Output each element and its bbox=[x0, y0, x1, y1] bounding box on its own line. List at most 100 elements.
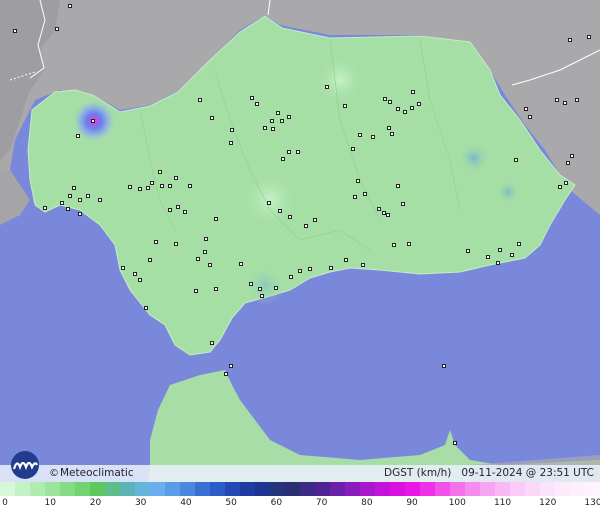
station-marker[interactable] bbox=[363, 192, 367, 196]
station-marker[interactable] bbox=[76, 134, 80, 138]
station-marker[interactable] bbox=[343, 104, 347, 108]
station-marker[interactable] bbox=[410, 106, 414, 110]
station-marker[interactable] bbox=[150, 181, 154, 185]
station-marker[interactable] bbox=[568, 38, 572, 42]
station-marker[interactable] bbox=[396, 184, 400, 188]
station-marker[interactable] bbox=[13, 29, 17, 33]
station-marker[interactable] bbox=[204, 237, 208, 241]
station-marker[interactable] bbox=[214, 287, 218, 291]
station-marker[interactable] bbox=[263, 126, 267, 130]
station-marker[interactable] bbox=[144, 306, 148, 310]
station-marker[interactable] bbox=[60, 201, 64, 205]
station-marker[interactable] bbox=[325, 85, 329, 89]
station-marker[interactable] bbox=[442, 364, 446, 368]
station-marker[interactable] bbox=[203, 250, 207, 254]
station-marker[interactable] bbox=[208, 263, 212, 267]
station-marker[interactable] bbox=[210, 116, 214, 120]
station-marker[interactable] bbox=[188, 184, 192, 188]
station-marker[interactable] bbox=[271, 127, 275, 131]
station-marker[interactable] bbox=[224, 372, 228, 376]
station-marker[interactable] bbox=[55, 27, 59, 31]
station-marker[interactable] bbox=[287, 150, 291, 154]
station-marker[interactable] bbox=[417, 102, 421, 106]
station-marker[interactable] bbox=[288, 215, 292, 219]
station-marker[interactable] bbox=[210, 341, 214, 345]
station-marker[interactable] bbox=[158, 170, 162, 174]
station-marker[interactable] bbox=[570, 154, 574, 158]
station-marker[interactable] bbox=[121, 266, 125, 270]
station-marker[interactable] bbox=[66, 207, 70, 211]
station-marker[interactable] bbox=[183, 210, 187, 214]
station-marker[interactable] bbox=[230, 128, 234, 132]
station-marker[interactable] bbox=[356, 179, 360, 183]
station-marker[interactable] bbox=[383, 97, 387, 101]
station-marker[interactable] bbox=[287, 115, 291, 119]
station-marker[interactable] bbox=[514, 158, 518, 162]
station-marker[interactable] bbox=[358, 133, 362, 137]
station-marker[interactable] bbox=[308, 267, 312, 271]
station-marker[interactable] bbox=[344, 258, 348, 262]
station-marker[interactable] bbox=[564, 181, 568, 185]
station-marker[interactable] bbox=[304, 224, 308, 228]
station-marker[interactable] bbox=[566, 161, 570, 165]
station-marker[interactable] bbox=[138, 187, 142, 191]
station-marker[interactable] bbox=[563, 101, 567, 105]
station-marker[interactable] bbox=[528, 115, 532, 119]
station-marker[interactable] bbox=[160, 184, 164, 188]
station-marker[interactable] bbox=[517, 242, 521, 246]
station-marker[interactable] bbox=[382, 211, 386, 215]
station-marker[interactable] bbox=[274, 286, 278, 290]
station-marker[interactable] bbox=[524, 107, 528, 111]
station-marker[interactable] bbox=[229, 364, 233, 368]
station-marker[interactable] bbox=[377, 207, 381, 211]
station-marker[interactable] bbox=[68, 194, 72, 198]
station-marker[interactable] bbox=[276, 111, 280, 115]
station-marker[interactable] bbox=[401, 202, 405, 206]
brand-name[interactable]: Meteoclimatic bbox=[60, 467, 134, 479]
station-marker[interactable] bbox=[498, 248, 502, 252]
station-marker[interactable] bbox=[558, 185, 562, 189]
station-marker[interactable] bbox=[249, 282, 253, 286]
station-marker[interactable] bbox=[353, 195, 357, 199]
station-marker[interactable] bbox=[255, 102, 259, 106]
station-marker[interactable] bbox=[239, 262, 243, 266]
station-marker[interactable] bbox=[403, 110, 407, 114]
station-marker[interactable] bbox=[229, 141, 233, 145]
station-marker[interactable] bbox=[214, 217, 218, 221]
station-marker[interactable] bbox=[91, 119, 95, 123]
station-marker[interactable] bbox=[587, 35, 591, 39]
station-marker[interactable] bbox=[453, 441, 457, 445]
station-marker[interactable] bbox=[68, 4, 72, 8]
station-marker[interactable] bbox=[329, 266, 333, 270]
station-marker[interactable] bbox=[154, 240, 158, 244]
station-marker[interactable] bbox=[486, 255, 490, 259]
station-marker[interactable] bbox=[128, 185, 132, 189]
station-marker[interactable] bbox=[98, 198, 102, 202]
station-marker[interactable] bbox=[258, 287, 262, 291]
station-marker[interactable] bbox=[270, 119, 274, 123]
station-marker[interactable] bbox=[361, 263, 365, 267]
station-marker[interactable] bbox=[72, 186, 76, 190]
station-marker[interactable] bbox=[555, 98, 559, 102]
station-marker[interactable] bbox=[281, 157, 285, 161]
station-marker[interactable] bbox=[148, 258, 152, 262]
station-marker[interactable] bbox=[78, 198, 82, 202]
station-marker[interactable] bbox=[146, 186, 150, 190]
station-marker[interactable] bbox=[196, 257, 200, 261]
station-marker[interactable] bbox=[43, 206, 47, 210]
station-marker[interactable] bbox=[388, 100, 392, 104]
station-marker[interactable] bbox=[133, 272, 137, 276]
station-marker[interactable] bbox=[86, 194, 90, 198]
station-marker[interactable] bbox=[138, 278, 142, 282]
station-marker[interactable] bbox=[174, 176, 178, 180]
station-marker[interactable] bbox=[174, 242, 178, 246]
station-marker[interactable] bbox=[250, 96, 254, 100]
station-marker[interactable] bbox=[298, 269, 302, 273]
station-marker[interactable] bbox=[390, 132, 394, 136]
station-marker[interactable] bbox=[575, 98, 579, 102]
station-marker[interactable] bbox=[176, 205, 180, 209]
station-marker[interactable] bbox=[392, 243, 396, 247]
station-marker[interactable] bbox=[267, 201, 271, 205]
station-marker[interactable] bbox=[466, 249, 470, 253]
station-marker[interactable] bbox=[296, 150, 300, 154]
